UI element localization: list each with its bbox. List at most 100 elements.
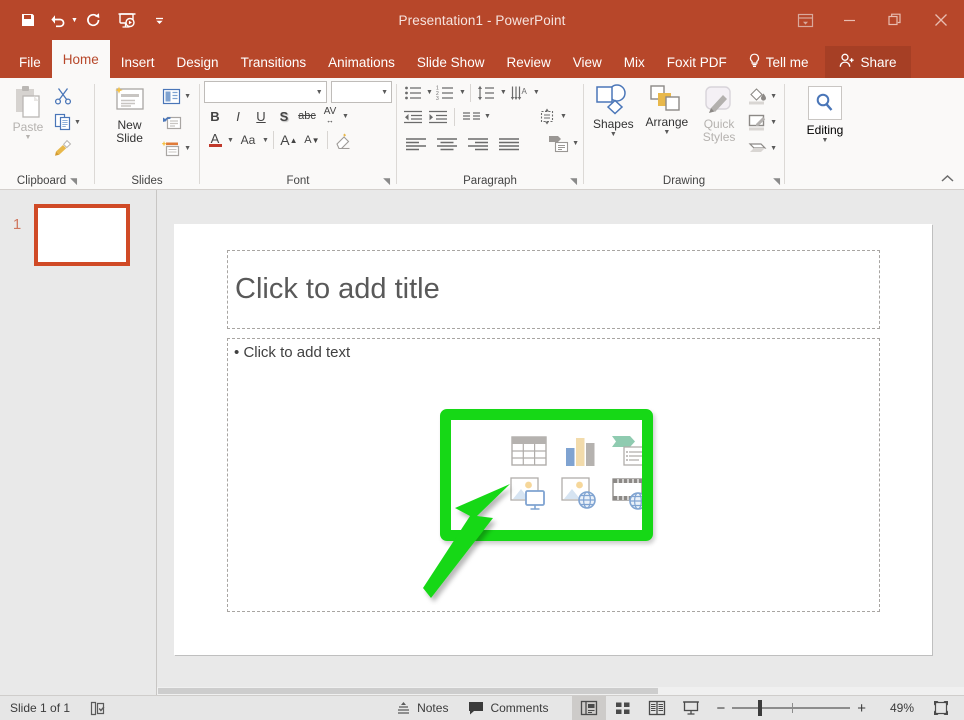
tab-home[interactable]: Home [51, 40, 110, 78]
restore-icon[interactable] [872, 0, 918, 40]
cut-button[interactable] [51, 84, 84, 108]
notes-button[interactable]: Notes [386, 696, 458, 720]
tab-review[interactable]: Review [495, 46, 561, 78]
arrange-dropdown-icon[interactable]: ▼ [663, 129, 670, 136]
collapse-ribbon-chevron-up-icon[interactable] [941, 174, 954, 186]
undo-icon[interactable] [44, 6, 72, 34]
tab-slide-show[interactable]: Slide Show [406, 46, 496, 78]
layout-dropdown-icon[interactable]: ▼ [184, 93, 191, 100]
line-spacing-button[interactable] [475, 81, 499, 104]
normal-view-button[interactable] [572, 695, 607, 720]
ribbon-display-options-icon[interactable] [784, 0, 826, 40]
shape-outline-dropdown-icon[interactable]: ▼ [770, 119, 777, 126]
save-icon[interactable] [14, 6, 42, 34]
shape-fill-button[interactable]: ▼ [745, 84, 780, 108]
tab-animations[interactable]: Animations [317, 46, 406, 78]
decrease-font-size-button[interactable]: A ▼ [301, 129, 323, 151]
shapes-dropdown-icon[interactable]: ▼ [610, 131, 617, 138]
zoom-slider[interactable]: − + [708, 700, 874, 717]
shape-fill-dropdown-icon[interactable]: ▼ [770, 93, 777, 100]
insert-table-icon[interactable] [508, 433, 550, 469]
decrease-indent-button[interactable] [401, 105, 425, 128]
italic-button[interactable]: I [227, 105, 249, 127]
arrange-button[interactable]: Arrange ▼ [641, 81, 693, 136]
text-shadow-button[interactable]: S [273, 105, 295, 127]
align-right-button[interactable] [463, 132, 493, 155]
paragraph-dialog-launcher-icon[interactable]: ◥ [570, 176, 577, 187]
undo-dropdown-icon[interactable]: ▼ [71, 17, 78, 24]
numbering-dropdown-icon[interactable]: ▼ [459, 89, 466, 96]
bullets-button[interactable] [401, 81, 425, 104]
zoom-track[interactable] [732, 700, 851, 716]
font-dialog-launcher-icon[interactable]: ◥ [383, 176, 390, 187]
reset-button[interactable] [159, 110, 194, 134]
zoom-thumb[interactable] [758, 700, 763, 716]
bold-button[interactable]: B [204, 105, 226, 127]
shapes-button[interactable]: Shapes ▼ [588, 81, 639, 138]
slide-thumbnail-1[interactable] [34, 204, 130, 266]
customize-qat-chevron-down-icon[interactable] [146, 6, 174, 34]
increase-font-size-button[interactable]: A ▲ [278, 129, 300, 151]
new-slide-button[interactable]: New Slide [100, 82, 159, 145]
zoom-in-button[interactable]: + [857, 700, 866, 717]
drawing-dialog-launcher-icon[interactable]: ◥ [773, 176, 780, 187]
font-size-chevron-down-icon[interactable]: ▼ [381, 89, 388, 96]
change-case-button[interactable]: Aa [235, 129, 261, 151]
online-pictures-icon[interactable] [559, 476, 601, 512]
font-size-input[interactable]: ▼ [330, 81, 392, 103]
reading-view-button[interactable] [640, 696, 674, 720]
increase-indent-button[interactable] [426, 105, 450, 128]
tab-view[interactable]: View [562, 46, 613, 78]
copy-dropdown-icon[interactable]: ▼ [74, 119, 81, 126]
section-dropdown-icon[interactable]: ▼ [184, 145, 191, 152]
editing-dropdown-icon[interactable]: ▼ [822, 137, 829, 144]
columns-dropdown-icon[interactable]: ▼ [484, 113, 491, 120]
shape-outline-button[interactable]: ▼ [745, 110, 780, 134]
redo-icon[interactable] [80, 6, 108, 34]
content-placeholder[interactable]: • Click to add text [227, 338, 880, 612]
align-center-button[interactable] [432, 132, 462, 155]
zoom-value[interactable]: 49% [874, 701, 914, 715]
shape-effects-dropdown-icon[interactable]: ▼ [770, 145, 777, 152]
justify-button[interactable] [494, 132, 524, 155]
tab-transitions[interactable]: Transitions [230, 46, 318, 78]
numbering-button[interactable]: 123 [434, 81, 458, 104]
horizontal-scrollbar-thumb[interactable] [158, 688, 658, 694]
clear-formatting-button[interactable] [332, 129, 354, 151]
clipboard-dialog-launcher-icon[interactable]: ◥ [70, 176, 77, 187]
copy-button[interactable]: ▼ [51, 110, 84, 134]
bullets-dropdown-icon[interactable]: ▼ [426, 89, 433, 96]
font-name-input[interactable]: ▼ [204, 81, 327, 103]
slide-indicator[interactable]: Slide 1 of 1 [0, 696, 80, 720]
fit-to-window-button[interactable] [924, 696, 958, 720]
slideshow-icon[interactable] [110, 6, 144, 34]
text-direction-button[interactable]: A [508, 81, 532, 104]
minimize-icon[interactable] [826, 0, 872, 40]
tab-insert[interactable]: Insert [110, 46, 166, 78]
font-color-dropdown-icon[interactable]: ▼ [227, 137, 234, 144]
strikethrough-button[interactable]: abc [296, 105, 318, 127]
layout-button[interactable]: ▼ [159, 84, 194, 108]
paste-dropdown-icon[interactable]: ▼ [25, 134, 32, 141]
comments-button[interactable]: Comments [458, 696, 558, 720]
horizontal-scrollbar[interactable] [157, 687, 964, 695]
slide-canvas[interactable]: Click to add title • Click to add text [174, 224, 932, 655]
tab-mix[interactable]: Mix [613, 46, 656, 78]
character-spacing-dropdown-icon[interactable]: ▼ [342, 113, 349, 120]
line-spacing-dropdown-icon[interactable]: ▼ [500, 89, 507, 96]
text-direction-dropdown-icon[interactable]: ▼ [533, 89, 540, 96]
editing-button[interactable]: Editing ▼ [797, 82, 853, 144]
share-button[interactable]: Share [824, 46, 911, 78]
tab-foxit-pdf[interactable]: Foxit PDF [656, 46, 738, 78]
change-case-dropdown-icon[interactable]: ▼ [262, 137, 269, 144]
insert-smartart-icon[interactable] [610, 433, 652, 469]
smartart-dropdown-icon[interactable]: ▼ [572, 140, 579, 147]
tab-design[interactable]: Design [166, 46, 230, 78]
accessibility-checker-button[interactable] [80, 696, 116, 720]
zoom-out-button[interactable]: − [716, 700, 725, 717]
font-name-chevron-down-icon[interactable]: ▼ [316, 89, 323, 96]
font-color-button[interactable]: A [204, 129, 226, 151]
quick-styles-button[interactable]: Quick Styles [695, 81, 743, 144]
columns-button[interactable] [459, 105, 483, 128]
close-icon[interactable] [918, 0, 964, 40]
